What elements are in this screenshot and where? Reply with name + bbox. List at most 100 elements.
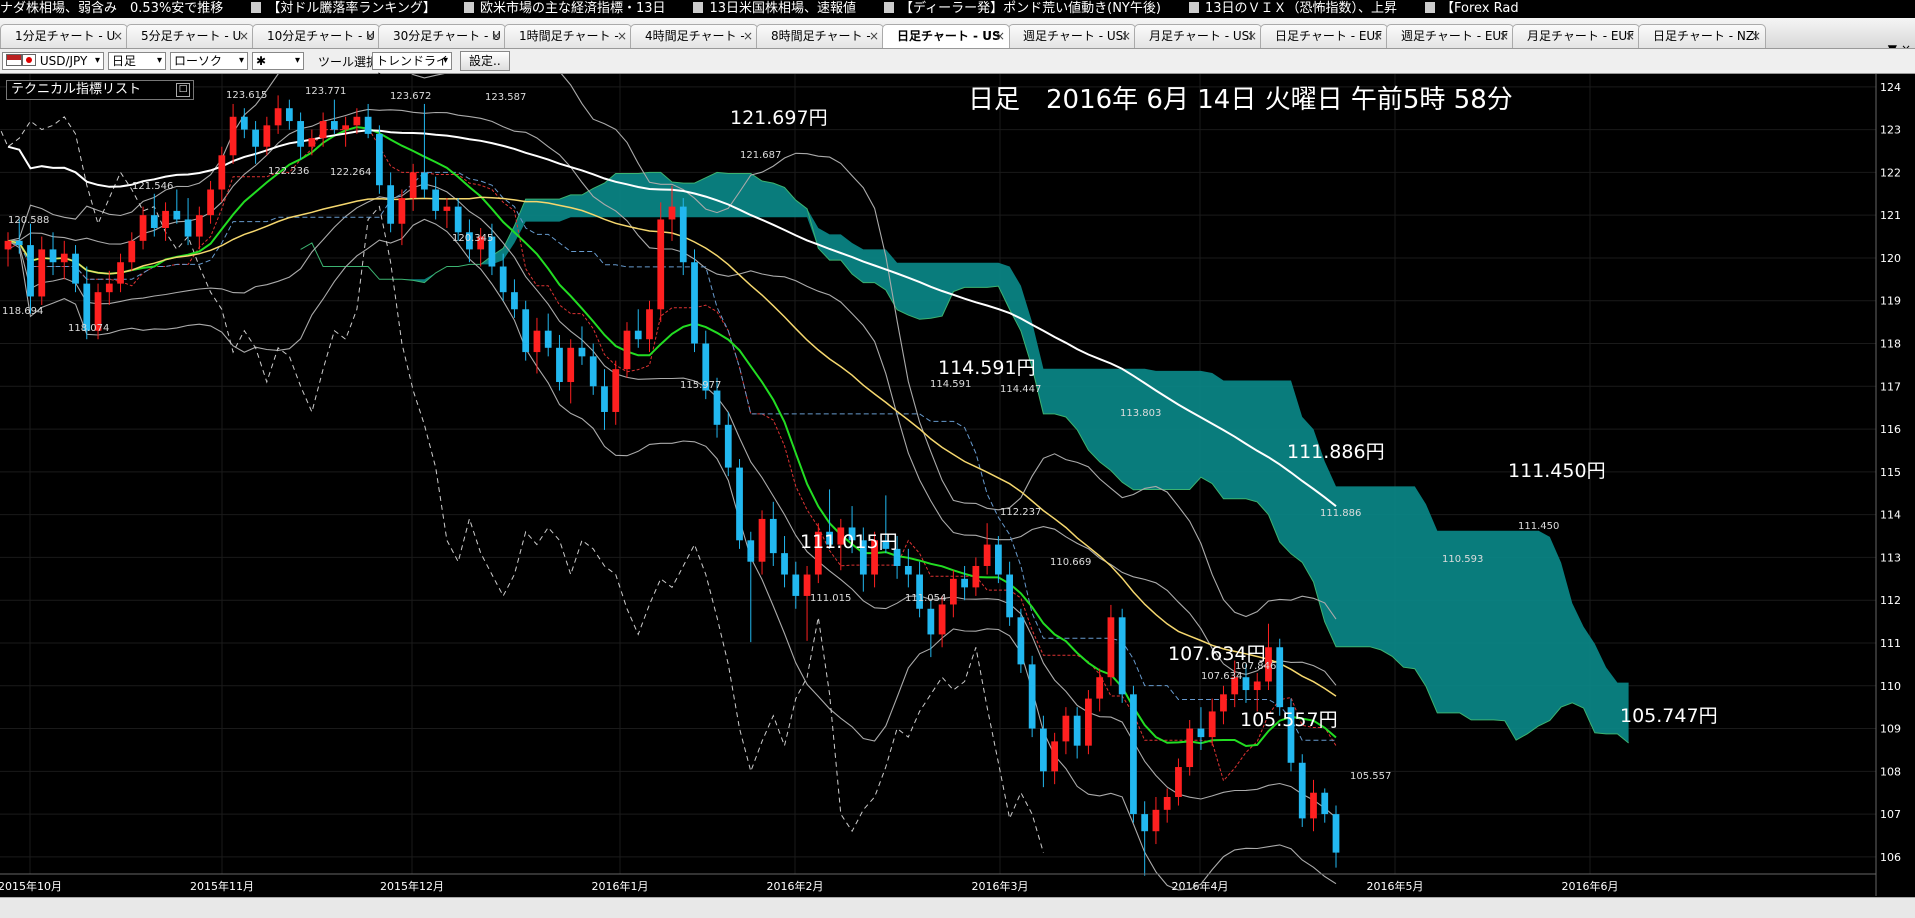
- candle-body: [308, 138, 316, 147]
- candle-body: [1321, 792, 1329, 815]
- indicator-list-panel[interactable]: テクニカル指標リスト □: [6, 80, 194, 100]
- close-icon[interactable]: ×: [113, 25, 123, 47]
- ticker-item[interactable]: ナダ株相場、弱含み 0.53%安で推移: [0, 0, 223, 18]
- y-tick-label: 116: [1880, 423, 1901, 436]
- chart-tab[interactable]: 週足チャート - EUF ×: [1386, 24, 1514, 48]
- candle-body: [949, 578, 957, 605]
- ticker-item[interactable]: 13日のＶＩＸ（恐怖指数）、上昇: [1188, 0, 1397, 18]
- candle-body: [1186, 728, 1194, 768]
- candle-body: [1051, 741, 1059, 772]
- news-icon: [884, 2, 895, 13]
- candle-body: [1141, 814, 1149, 832]
- close-icon[interactable]: ×: [743, 25, 753, 47]
- close-icon[interactable]: ×: [365, 25, 375, 47]
- close-icon[interactable]: ×: [1121, 25, 1131, 47]
- chart-tab[interactable]: 日足チャート - EUF ×: [1260, 24, 1388, 48]
- candle-body: [983, 544, 991, 566]
- chart-tab[interactable]: 日足チャート - US ×: [882, 24, 1010, 48]
- symbol-select[interactable]: USD/JPY ▾: [2, 52, 104, 70]
- close-icon[interactable]: ×: [869, 25, 879, 47]
- ticker-item[interactable]: 13日米国株相場、速報値: [693, 0, 856, 18]
- news-ticker: ナダ株相場、弱含み 0.53%安で推移 【対ドル騰落率ランキング】 欧米市場の主な経…: [0, 0, 1915, 18]
- ticker-item[interactable]: 【対ドル騰落率ランキング】: [251, 0, 436, 18]
- candle-body: [1130, 694, 1137, 815]
- y-tick-label: 110: [1880, 680, 1901, 693]
- candle-body: [511, 292, 518, 310]
- y-tick-label: 115: [1880, 466, 1901, 479]
- candle-body: [994, 544, 1002, 575]
- price-label: 110.593: [1442, 554, 1483, 565]
- chart-tab[interactable]: 10分足チャート - U ×: [252, 24, 380, 48]
- chart-type-value: ローソク: [174, 54, 223, 68]
- y-tick-label: 107: [1880, 808, 1901, 821]
- price-label: 105.557: [1350, 771, 1391, 782]
- close-icon[interactable]: ×: [239, 25, 249, 47]
- close-icon[interactable]: ×: [617, 25, 627, 47]
- close-icon[interactable]: ×: [1247, 25, 1257, 47]
- ticker-item[interactable]: 【ディーラー発】ポンド荒い値動き(NY午後): [884, 0, 1161, 18]
- price-callout: 111.886円: [1287, 441, 1385, 463]
- status-bar: [0, 897, 1915, 918]
- chart-type-select[interactable]: ローソク ▾: [170, 52, 248, 70]
- candle-body: [443, 206, 451, 211]
- candle-body: [904, 565, 912, 575]
- chart-tab[interactable]: 30分足チャート - U ×: [378, 24, 506, 48]
- chart-tab[interactable]: 日足チャート - NZI ×: [1638, 24, 1766, 48]
- close-icon[interactable]: ×: [1373, 25, 1383, 47]
- candle-body: [533, 330, 541, 353]
- price-label: 123.672: [390, 91, 431, 102]
- close-icon[interactable]: ×: [491, 25, 501, 47]
- price-chart[interactable]: 124 123 122 121 120 119 118 117 116 115 114 113 112 1…: [0, 74, 1915, 896]
- candle-body: [1298, 762, 1306, 819]
- timeframe-select[interactable]: 日足 ▾: [108, 52, 166, 70]
- candle-body: [1310, 792, 1317, 819]
- chart-tab[interactable]: 月足チャート - USI ×: [1134, 24, 1262, 48]
- tab-label: 10分足チャート - U: [267, 29, 375, 43]
- chart-tab[interactable]: 5分足チャート - U ×: [126, 24, 254, 48]
- indicator-list-label: テクニカル指標リスト: [11, 82, 142, 97]
- candle-body: [27, 245, 34, 297]
- chart-tab[interactable]: 月足チャート - EUF ×: [1512, 24, 1640, 48]
- candle-body: [612, 369, 620, 412]
- candle-body: [1332, 814, 1340, 853]
- minimize-icon[interactable]: □: [176, 83, 190, 97]
- ticker-text: 欧米市場の主な経済指標・13日: [479, 1, 666, 16]
- settings-button[interactable]: 設定..: [460, 51, 510, 71]
- price-label: 120.588: [8, 215, 49, 226]
- price-label: 114.447: [1000, 384, 1041, 395]
- close-icon[interactable]: ×: [1625, 25, 1635, 47]
- chart-tab[interactable]: 1時間足チャート - ×: [504, 24, 632, 48]
- close-icon[interactable]: ×: [1499, 25, 1509, 47]
- price-label: 111.015: [810, 593, 851, 604]
- marker-select[interactable]: ✱ ▾: [252, 52, 304, 70]
- candle-body: [409, 172, 417, 199]
- chart-tab[interactable]: 4時間足チャート - ×: [630, 24, 758, 48]
- y-tick-label: 123: [1880, 124, 1901, 137]
- y-tick-label: 113: [1880, 551, 1901, 564]
- price-label: 121.546: [132, 181, 173, 192]
- price-label: 113.803: [1120, 408, 1161, 419]
- tab-menu-icon[interactable]: ▼: [1888, 42, 1897, 48]
- y-tick-label: 114: [1880, 509, 1901, 522]
- candle-body: [128, 240, 136, 263]
- price-label: 111.450: [1518, 521, 1559, 532]
- candle-body: [105, 283, 113, 293]
- ticker-item[interactable]: 欧米市場の主な経済指標・13日: [463, 0, 666, 18]
- chart-tab[interactable]: 1分足チャート - U ×: [0, 24, 128, 48]
- candle-body: [1242, 677, 1250, 691]
- y-tick-label: 112: [1880, 594, 1901, 607]
- symbol-value: USD/JPY: [39, 54, 88, 68]
- close-icon[interactable]: ×: [1751, 25, 1761, 47]
- news-icon: [463, 2, 474, 13]
- x-tick-label: 2015年10月: [0, 879, 62, 893]
- chart-tab[interactable]: 8時間足チャート - ×: [756, 24, 884, 48]
- candle-body: [285, 108, 293, 122]
- close-all-icon[interactable]: ×: [1901, 42, 1911, 48]
- chart-tab[interactable]: 週足チャート - USI ×: [1008, 24, 1136, 48]
- tool-select[interactable]: トレンドライン ▾: [372, 52, 452, 84]
- ticker-item[interactable]: 【Forex Rad: [1424, 0, 1519, 18]
- candle-body: [297, 121, 304, 147]
- close-icon[interactable]: ×: [995, 25, 1005, 47]
- candle-body: [184, 219, 192, 237]
- price-label: 118.694: [2, 306, 43, 317]
